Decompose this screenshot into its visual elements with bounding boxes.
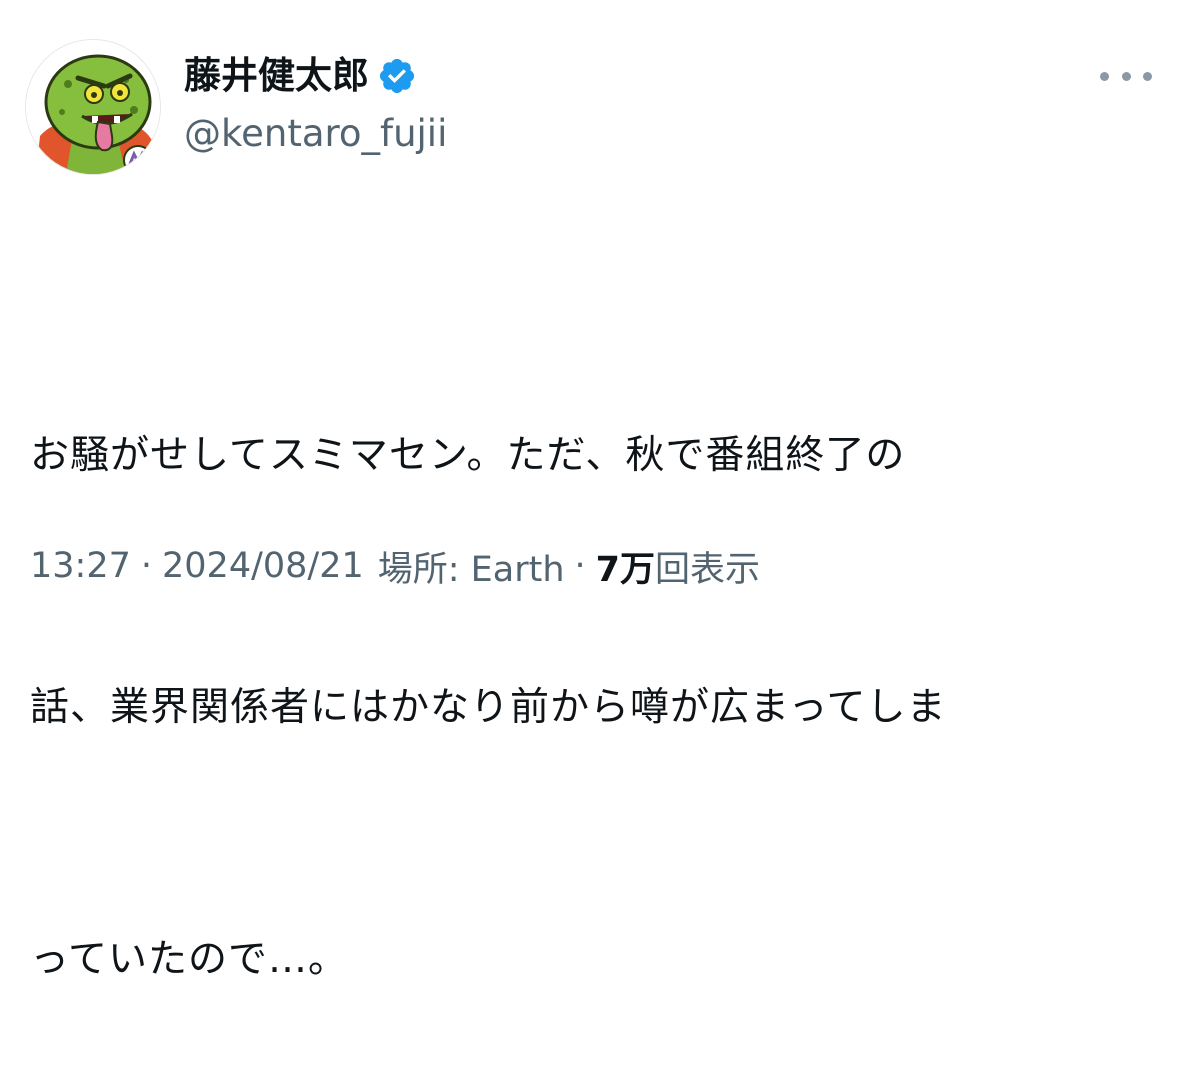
verified-badge-icon[interactable]	[377, 56, 417, 96]
tweet-text-line: っていたので…。	[30, 937, 349, 982]
meta-separator: ·	[574, 546, 586, 586]
more-dot	[1100, 71, 1109, 81]
user-handle[interactable]: @kentaro_fujii	[184, 110, 447, 158]
tweet-date[interactable]: 2024/08/21	[162, 546, 364, 586]
tweet-meta: 13:27 · 2024/08/21 場所: Earth · 7万 回表示	[30, 538, 760, 594]
more-dot	[1121, 71, 1131, 81]
views-count: 7万	[595, 549, 656, 590]
avatar[interactable]	[26, 40, 160, 174]
views-label: 回表示	[655, 549, 761, 590]
tweet-text-line: 話、業界関係者にはかなり前から噂が広まってしま	[30, 685, 947, 730]
tweet-time[interactable]: 13:27	[30, 546, 131, 586]
more-options-icon[interactable]	[1100, 58, 1152, 94]
display-name[interactable]: 藤井健太郎	[184, 50, 369, 102]
tweet-text: お騒がせしてスミマセン。ただ、秋で番組終了の 話、業界関係者にはかなり前から噂が…	[30, 246, 1140, 1086]
more-dot	[1143, 71, 1152, 81]
user-name-row: 藤井健太郎	[184, 50, 417, 102]
meta-separator: ·	[140, 546, 153, 586]
tweet-location: 場所: Earth	[377, 549, 565, 590]
green-monster-avatar-icon	[26, 40, 160, 174]
tweet-text-line: お騒がせしてスミマセン。ただ、秋で番組終了の	[30, 433, 906, 478]
